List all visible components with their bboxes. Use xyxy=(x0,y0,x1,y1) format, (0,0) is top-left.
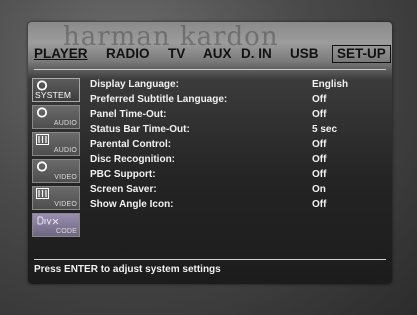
setting-value: Off xyxy=(312,109,327,120)
sidebar-item-label: AUDIO xyxy=(53,120,77,127)
setting-value: Off xyxy=(312,169,327,180)
setting-row-display-language[interactable]: Display Language: English xyxy=(90,79,380,93)
source-tab-bar: PLAYER RADIO TV AUX D. IN USB SET-UP xyxy=(34,45,391,64)
setting-row-disc-recognition[interactable]: Disc Recognition: Off xyxy=(90,154,380,168)
setting-row-status-bar-timeout[interactable]: Status Bar Time-Out: 5 sec xyxy=(90,124,380,138)
setting-label: Preferred Subtitle Language: xyxy=(90,94,228,105)
setting-label: Disc Recognition: xyxy=(90,154,176,165)
sidebar-item-disc-audio[interactable]: AUDIO xyxy=(32,105,80,129)
footer-divider xyxy=(34,259,386,260)
sidebar-item-display-video[interactable]: VIDEO xyxy=(32,186,80,210)
tab-digital-in[interactable]: D. IN xyxy=(241,46,272,61)
equalizer-icon xyxy=(36,134,49,145)
setting-value: Off xyxy=(312,199,327,210)
disc-icon xyxy=(36,107,48,118)
header-divider xyxy=(34,69,386,70)
equalizer-icon xyxy=(36,188,49,199)
sidebar-item-label: VIDEO xyxy=(54,174,77,181)
setting-label: Panel Time-Out: xyxy=(90,109,167,120)
sidebar-item-label: VIDEO xyxy=(54,201,77,208)
tab-setup[interactable]: SET-UP xyxy=(332,45,391,63)
setup-menu-screen: harman kardon PLAYER RADIO TV AUX D. IN … xyxy=(28,22,392,284)
setting-label: Display Language: xyxy=(90,79,179,90)
setting-value: Off xyxy=(312,154,327,165)
setting-row-pbc-support[interactable]: PBC Support: Off xyxy=(90,169,380,183)
sidebar-item-disc-video[interactable]: VIDEO xyxy=(32,159,80,183)
sidebar-item-label: AUDIO xyxy=(53,147,77,154)
setting-row-subtitle-language[interactable]: Preferred Subtitle Language: Off xyxy=(90,94,380,108)
sidebar-item-label: SYSTEM xyxy=(35,90,72,100)
setting-label: Parental Control: xyxy=(90,139,172,150)
setting-label: Status Bar Time-Out: xyxy=(90,124,190,135)
sidebar-item-system[interactable]: SYSTEM xyxy=(32,78,80,102)
status-message: Press ENTER to adjust system settings xyxy=(34,264,221,275)
setting-row-show-angle-icon[interactable]: Show Angle Icon: Off xyxy=(90,199,380,213)
setting-value: Off xyxy=(312,139,327,150)
setting-row-parental-control[interactable]: Parental Control: Off xyxy=(90,139,380,153)
setting-value: English xyxy=(312,79,349,90)
tab-usb[interactable]: USB xyxy=(290,46,319,61)
tab-player[interactable]: PLAYER xyxy=(34,46,88,61)
tab-radio[interactable]: RADIO xyxy=(106,46,150,61)
tab-tv[interactable]: TV xyxy=(168,46,185,61)
sidebar-item-divx-code[interactable]: CODE xyxy=(32,213,80,237)
setting-row-screen-saver[interactable]: Screen Saver: On xyxy=(90,184,380,198)
setting-label: Screen Saver: xyxy=(90,184,157,195)
setting-label: PBC Support: xyxy=(90,169,156,180)
tab-aux[interactable]: AUX xyxy=(203,46,232,61)
setting-row-panel-timeout[interactable]: Panel Time-Out: Off xyxy=(90,109,380,123)
sidebar-item-label: CODE xyxy=(55,228,77,235)
sidebar-item-speaker-audio[interactable]: AUDIO xyxy=(32,132,80,156)
setting-label: Show Angle Icon: xyxy=(90,199,174,210)
disc-icon xyxy=(36,161,48,172)
setting-value: On xyxy=(312,184,326,195)
setting-value: 5 sec xyxy=(312,124,338,135)
divx-logo xyxy=(37,216,59,225)
setting-value: Off xyxy=(312,94,327,105)
